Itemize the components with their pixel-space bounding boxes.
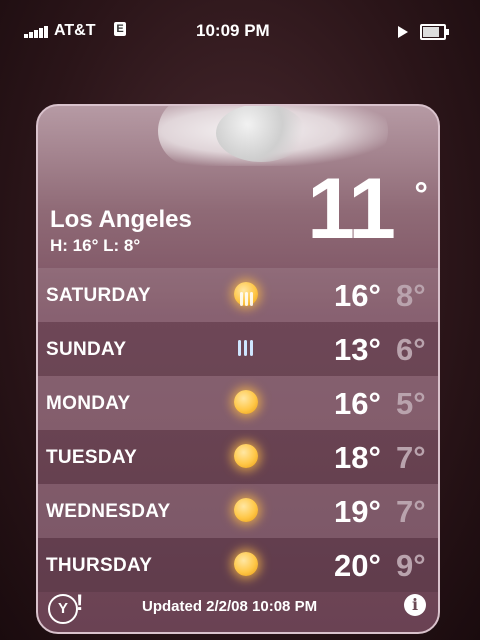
forecast-high: 20° bbox=[334, 548, 381, 583]
city-name: Los Angeles bbox=[50, 206, 192, 233]
forecast-high: 13° bbox=[334, 332, 381, 367]
widget-footer: Y ! Updated 2/2/08 10:08 PM i bbox=[38, 582, 438, 632]
moon-icon bbox=[216, 106, 306, 162]
status-bar: AT&T E 10:09 PM bbox=[12, 14, 452, 48]
forecast-row: MONDAY 16° 5° bbox=[38, 376, 438, 430]
carrier-label: AT&T bbox=[54, 22, 96, 39]
today-high-low: H: 16° L: 8° bbox=[50, 236, 141, 255]
forecast-low: 5° bbox=[396, 386, 426, 421]
clock: 10:09 PM bbox=[196, 21, 270, 40]
battery-icon bbox=[420, 24, 449, 40]
play-icon bbox=[398, 26, 408, 38]
sun-icon bbox=[234, 552, 258, 576]
forecast-high: 18° bbox=[334, 440, 381, 475]
sun-icon bbox=[234, 390, 258, 414]
sun-icon bbox=[234, 444, 258, 468]
forecast-row: TUESDAY 18° 7° bbox=[38, 430, 438, 484]
forecast-low: 9° bbox=[396, 548, 426, 583]
current-temperature-unit: ° bbox=[414, 176, 428, 214]
info-icon[interactable]: i bbox=[404, 594, 426, 616]
phone-screen: AT&T E 10:09 PM 11 ° Los Angeles H: 16° … bbox=[0, 0, 480, 640]
rain-icon bbox=[234, 336, 258, 360]
forecast-day: MONDAY bbox=[46, 393, 131, 414]
forecast-day: THURSDAY bbox=[46, 555, 153, 576]
edge-network-icon: E bbox=[114, 22, 126, 36]
forecast-low: 7° bbox=[396, 440, 426, 475]
sun-icon bbox=[234, 498, 258, 522]
weather-widget[interactable]: 11 ° Los Angeles H: 16° L: 8° SATURDAY 1… bbox=[36, 104, 440, 634]
forecast-row: SATURDAY 16° 8° bbox=[38, 268, 438, 322]
forecast-row: SUNDAY 13° 6° bbox=[38, 322, 438, 376]
signal-bars-icon bbox=[24, 24, 50, 38]
forecast-day: WEDNESDAY bbox=[46, 501, 171, 522]
forecast-low: 8° bbox=[396, 278, 426, 313]
forecast-high: 19° bbox=[334, 494, 381, 529]
forecast-low: 6° bbox=[396, 332, 426, 367]
current-temperature: 11 bbox=[307, 161, 396, 257]
yahoo-exclamation[interactable]: ! bbox=[76, 590, 83, 616]
forecast-day: SATURDAY bbox=[46, 285, 151, 306]
yahoo-icon[interactable]: Y bbox=[48, 594, 78, 624]
forecast-list: SATURDAY 16° 8° SUNDAY 13° 6° MONDAY 16° bbox=[38, 268, 438, 592]
forecast-high: 16° bbox=[334, 278, 381, 313]
forecast-low: 7° bbox=[396, 494, 426, 529]
forecast-day: SUNDAY bbox=[46, 339, 127, 360]
updated-timestamp: Updated 2/2/08 10:08 PM bbox=[142, 598, 318, 615]
forecast-day: TUESDAY bbox=[46, 447, 138, 468]
forecast-row: WEDNESDAY 19° 7° bbox=[38, 484, 438, 538]
forecast-high: 16° bbox=[334, 386, 381, 421]
sun-with-rain-icon bbox=[234, 282, 258, 306]
